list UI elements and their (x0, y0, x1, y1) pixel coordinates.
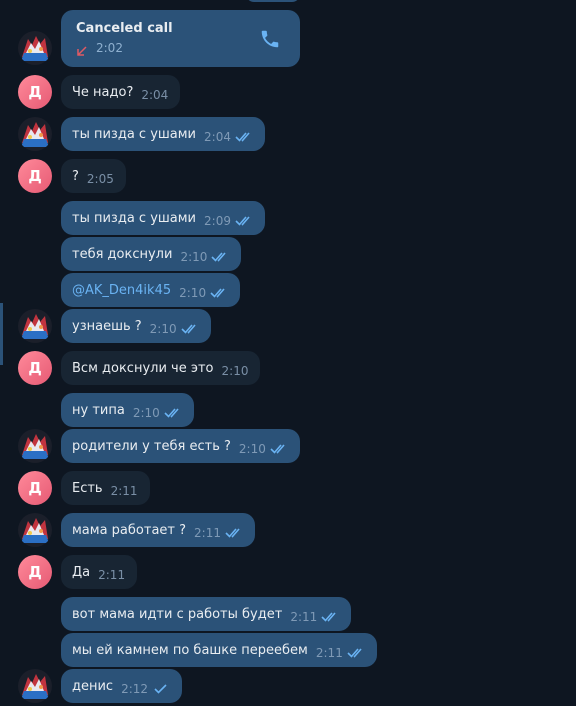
message-text: вот мама идти с работы будет (72, 606, 283, 622)
outgoing-message[interactable]: ты пизда с ушами 2:04 (61, 117, 265, 151)
message-time: 2:11 (315, 646, 343, 660)
message-text: ты пизда с ушами (72, 210, 197, 226)
message-time: 2:10 (179, 286, 207, 300)
message-time: 2:10 (132, 406, 160, 420)
call-message[interactable]: Canceled call 2:02 (61, 10, 300, 67)
call-time: 2:02 (96, 41, 123, 55)
message-text: Да (72, 564, 91, 580)
outgoing-message[interactable]: денис 2:12 (61, 669, 183, 703)
message-time: 2:12 (121, 682, 149, 696)
message-time: 2:10 (149, 322, 177, 336)
message-time: 2:09 (204, 214, 231, 228)
message-text: ну типа (72, 402, 125, 418)
contact-avatar[interactable]: Д (18, 75, 52, 109)
user-avatar[interactable] (18, 429, 52, 463)
message-text: денис (72, 678, 114, 694)
message-text: Всм докснули че это (72, 360, 214, 376)
outgoing-message[interactable]: вот мама идти с работы будет 2:11 (61, 597, 352, 631)
outgoing-message[interactable]: узнаешь ? 2:10 (61, 309, 211, 343)
phone-icon[interactable] (259, 28, 281, 50)
incoming-message[interactable]: Че надо? 2:04 (61, 75, 181, 109)
read-ticks-icon (235, 132, 253, 142)
contact-avatar[interactable]: Д (18, 159, 52, 193)
message-text: ? (72, 168, 79, 184)
message-text: мама работает ? (72, 522, 187, 538)
user-avatar[interactable] (18, 513, 52, 547)
selection-indicator (0, 303, 3, 365)
incoming-message[interactable]: Есть 2:11 (61, 471, 150, 505)
message-text: родители у тебя есть ? (72, 438, 231, 454)
message-text: тебя докснули (72, 246, 173, 262)
message-text: Че надо? (72, 84, 134, 100)
user-avatar[interactable] (18, 669, 52, 703)
mention-link[interactable]: @AK_Den4ik45 (72, 283, 171, 298)
outgoing-message[interactable]: ну типа 2:10 (61, 393, 194, 427)
message-time: 2:11 (194, 526, 221, 540)
user-avatar[interactable] (18, 31, 52, 65)
read-ticks-icon (225, 528, 243, 538)
read-ticks-icon (181, 324, 199, 334)
previous-message-edge (246, 0, 300, 2)
message-time: 2:05 (86, 172, 114, 186)
call-title: Canceled call (76, 21, 173, 36)
contact-avatar[interactable]: Д (18, 555, 52, 589)
message-time: 2:11 (290, 610, 318, 624)
message-time: 2:04 (141, 88, 169, 102)
read-ticks-icon (210, 288, 228, 298)
outgoing-message[interactable]: @AK_Den4ik45 2:10 (61, 273, 241, 307)
outgoing-message[interactable]: родители у тебя есть ? 2:10 (61, 429, 300, 463)
read-ticks-icon (235, 216, 253, 226)
read-ticks-icon (321, 612, 339, 622)
message-time: 2:10 (180, 250, 208, 264)
outgoing-message[interactable]: ты пизда с ушами 2:09 (61, 201, 265, 235)
message-text: ты пизда с ушами (72, 126, 197, 142)
message-time: 2:04 (204, 130, 231, 144)
contact-avatar[interactable]: Д (18, 351, 52, 385)
read-ticks-icon (270, 444, 288, 454)
message-time: 2:10 (238, 442, 266, 456)
message-text: Есть (72, 480, 103, 496)
message-time: 2:10 (221, 364, 249, 378)
sent-tick-icon (152, 684, 170, 694)
outgoing-message[interactable]: мама работает ? 2:11 (61, 513, 255, 547)
user-avatar[interactable] (18, 117, 52, 151)
message-time: 2:11 (110, 484, 138, 498)
read-ticks-icon (164, 408, 182, 418)
incoming-message[interactable]: ? 2:05 (61, 159, 126, 193)
contact-avatar[interactable]: Д (18, 471, 52, 505)
incoming-message[interactable]: Всм докснули че это 2:10 (61, 351, 261, 385)
read-ticks-icon (347, 648, 365, 658)
outgoing-message[interactable]: мы ей камнем по башке переебем 2:11 (61, 633, 377, 667)
missed-call-arrow-icon (76, 42, 88, 56)
user-avatar[interactable] (18, 309, 52, 343)
message-text: мы ей камнем по башке переебем (72, 642, 308, 658)
read-ticks-icon (211, 252, 229, 262)
outgoing-message[interactable]: тебя докснули 2:10 (61, 237, 242, 271)
message-text: узнаешь ? (72, 318, 142, 334)
incoming-message[interactable]: Да 2:11 (61, 555, 138, 589)
message-time: 2:11 (98, 568, 126, 582)
